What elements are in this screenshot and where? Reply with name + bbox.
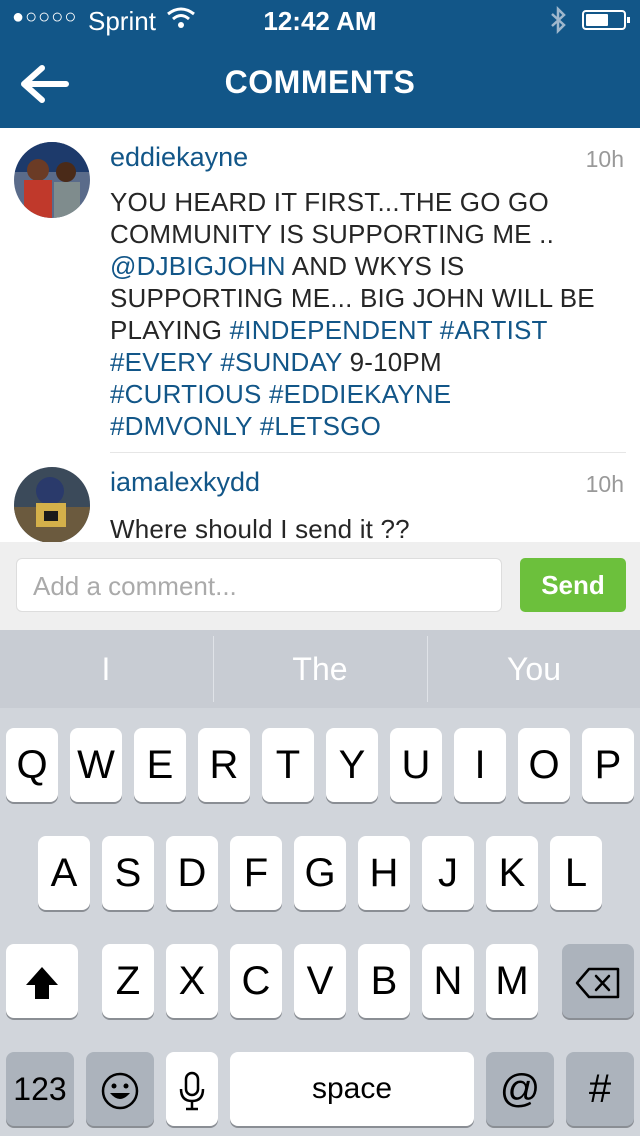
avatar[interactable] [14, 142, 90, 218]
hashtag-link[interactable]: #EDDIEKAYNE [269, 379, 451, 409]
comment-username[interactable]: eddiekayne [110, 142, 248, 173]
comment-item: iamalexkydd 10h Where should I send it ?… [0, 453, 640, 542]
comment-username[interactable]: iamalexkydd [110, 467, 260, 498]
key-n[interactable]: N [422, 944, 474, 1018]
key-k[interactable]: K [486, 836, 538, 910]
key-v[interactable]: V [294, 944, 346, 1018]
comments-list[interactable]: eddiekayne 10h YOU HEARD IT FIRST...THE … [0, 128, 640, 542]
comment-text: Where should I send it ?? [110, 514, 410, 542]
comment-item: eddiekayne 10h YOU HEARD IT FIRST...THE … [0, 128, 640, 453]
key-w[interactable]: W [70, 728, 122, 802]
key-f[interactable]: F [230, 836, 282, 910]
comment-line: COMMUNITY IS SUPPORTING ME .. [110, 219, 554, 249]
comment-line: PLAYING [110, 315, 230, 345]
comment-line: SUPPORTING ME... BIG JOHN WILL BE [110, 283, 595, 313]
key-i[interactable]: I [454, 728, 506, 802]
dictation-key[interactable] [166, 1052, 218, 1126]
hashtag-link[interactable]: #INDEPENDENT [230, 315, 433, 345]
battery-icon [582, 10, 630, 30]
key-u[interactable]: U [390, 728, 442, 802]
key-b[interactable]: B [358, 944, 410, 1018]
key-z[interactable]: Z [102, 944, 154, 1018]
predictive-text-bar: I The You [0, 630, 640, 708]
key-t[interactable]: T [262, 728, 314, 802]
key-o[interactable]: O [518, 728, 570, 802]
hashtag-link[interactable]: #CURTIOUS [110, 379, 262, 409]
prediction-item[interactable]: The [214, 630, 426, 708]
key-c[interactable]: C [230, 944, 282, 1018]
shift-key[interactable] [6, 944, 78, 1018]
key-y[interactable]: Y [326, 728, 378, 802]
comment-line: 9-10PM [342, 347, 442, 377]
key-m[interactable]: M [486, 944, 538, 1018]
microphone-icon [179, 1072, 205, 1111]
space-key[interactable]: space [230, 1052, 474, 1126]
comment-text: YOU HEARD IT FIRST...THE GO GO COMMUNITY… [110, 186, 620, 442]
emoji-icon [101, 1073, 139, 1110]
comment-line: YOU HEARD IT FIRST...THE GO GO [110, 187, 549, 217]
backspace-key[interactable] [562, 944, 634, 1018]
hash-key[interactable]: # [566, 1052, 634, 1126]
avatar[interactable] [14, 467, 90, 542]
key-e[interactable]: E [134, 728, 186, 802]
keyboard: Q W E R T Y U I O P A S D F G H J K L Z … [0, 708, 640, 1136]
emoji-key[interactable] [86, 1052, 154, 1126]
key-j[interactable]: J [422, 836, 474, 910]
comment-timestamp: 10h [585, 146, 624, 172]
hashtag-link[interactable]: #EVERY [110, 347, 213, 377]
key-d[interactable]: D [166, 836, 218, 910]
prediction-item[interactable]: I [0, 630, 212, 708]
hashtag-link[interactable]: #SUNDAY [220, 347, 342, 377]
comment-input[interactable]: Add a comment... [16, 558, 502, 612]
key-s[interactable]: S [102, 836, 154, 910]
key-x[interactable]: X [166, 944, 218, 1018]
prediction-item[interactable]: You [428, 630, 640, 708]
comment-timestamp: 10h [585, 471, 624, 497]
nav-bar: COMMENTS [0, 40, 640, 128]
hashtag-link[interactable]: #LETSGO [260, 411, 381, 441]
key-h[interactable]: H [358, 836, 410, 910]
mention-link[interactable]: @DJBIGJOHN [110, 251, 286, 281]
numbers-key[interactable]: 123 [6, 1052, 74, 1126]
send-button[interactable]: Send [520, 558, 626, 612]
hashtag-link[interactable]: #ARTIST [440, 315, 548, 345]
bluetooth-icon [548, 5, 568, 41]
hashtag-link[interactable]: #DMVONLY [110, 411, 252, 441]
status-bar: ●○○○○ Sprint 12:42 AM [0, 0, 640, 40]
clock: 12:42 AM [263, 6, 377, 36]
page-title: COMMENTS [224, 64, 416, 100]
key-p[interactable]: P [582, 728, 634, 802]
key-r[interactable]: R [198, 728, 250, 802]
comment-line: AND WKYS IS [285, 251, 465, 281]
key-a[interactable]: A [38, 836, 90, 910]
comment-compose-bar: Add a comment... Send [0, 542, 640, 630]
key-l[interactable]: L [550, 836, 602, 910]
backspace-icon [575, 968, 620, 999]
key-g[interactable]: G [294, 836, 346, 910]
at-key[interactable]: @ [486, 1052, 554, 1126]
shift-icon [26, 967, 58, 1000]
key-q[interactable]: Q [6, 728, 58, 802]
